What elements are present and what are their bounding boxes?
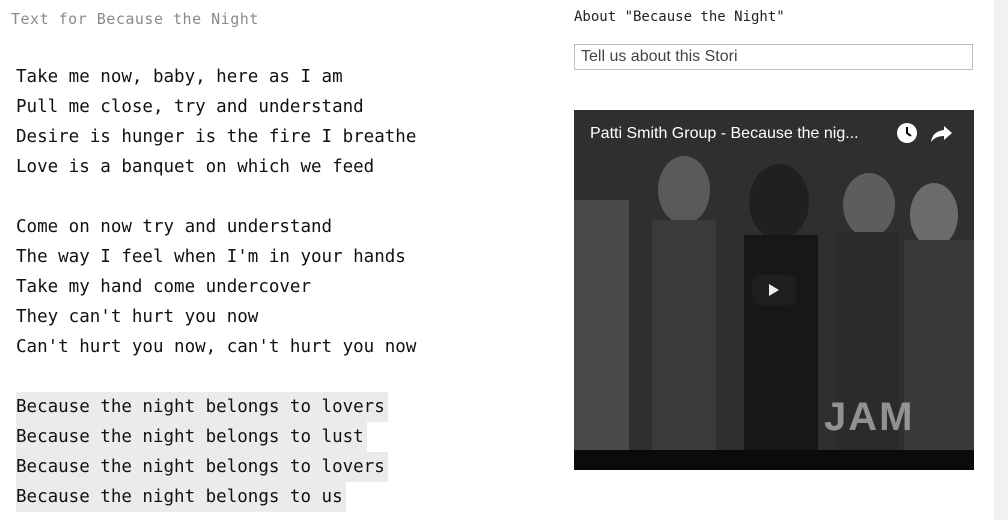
lyrics-title: Text for Because the Night bbox=[11, 10, 259, 28]
lyric-line: Take me now, baby, here as I am bbox=[16, 67, 343, 87]
about-title: About "Because the Night" bbox=[574, 9, 785, 25]
verse-gap bbox=[16, 182, 416, 212]
lyric-line: Love is a banquet on which we feed bbox=[16, 157, 375, 177]
embedded-video[interactable]: Patti Smith Group - Because the nig... J… bbox=[574, 110, 974, 470]
lyric-line: Pull me close, try and understand bbox=[16, 97, 364, 117]
highlighted-lyric-line[interactable]: Because the night belongs to lovers bbox=[16, 392, 388, 422]
highlighted-lyric-line[interactable]: Because the night belongs to lust bbox=[16, 422, 367, 452]
page-scrollbar[interactable] bbox=[994, 0, 1008, 520]
share-icon[interactable] bbox=[930, 122, 954, 148]
lyric-line: They can't hurt you now bbox=[16, 307, 259, 327]
highlighted-lyric-line[interactable]: Because the night belongs to lovers bbox=[16, 452, 388, 482]
lyric-line: Come on now try and understand bbox=[16, 217, 333, 237]
verse-gap bbox=[16, 362, 416, 392]
lyric-line: Can't hurt you now, can't hurt you now bbox=[16, 337, 417, 357]
lyric-line: Desire is hunger is the fire I breathe bbox=[16, 127, 417, 147]
video-title[interactable]: Patti Smith Group - Because the nig... bbox=[590, 125, 859, 143]
play-button[interactable] bbox=[752, 275, 796, 305]
highlighted-lyric-line[interactable]: Because the night belongs to us bbox=[16, 482, 346, 512]
story-input[interactable] bbox=[574, 44, 973, 70]
lyric-line: The way I feel when I'm in your hands bbox=[16, 247, 406, 267]
watch-later-icon[interactable] bbox=[896, 122, 918, 148]
lyrics-body: Take me now, baby, here as I am Pull me … bbox=[16, 62, 416, 512]
lyric-line: Take my hand come undercover bbox=[16, 277, 312, 297]
video-watermark: JAM bbox=[824, 395, 915, 439]
